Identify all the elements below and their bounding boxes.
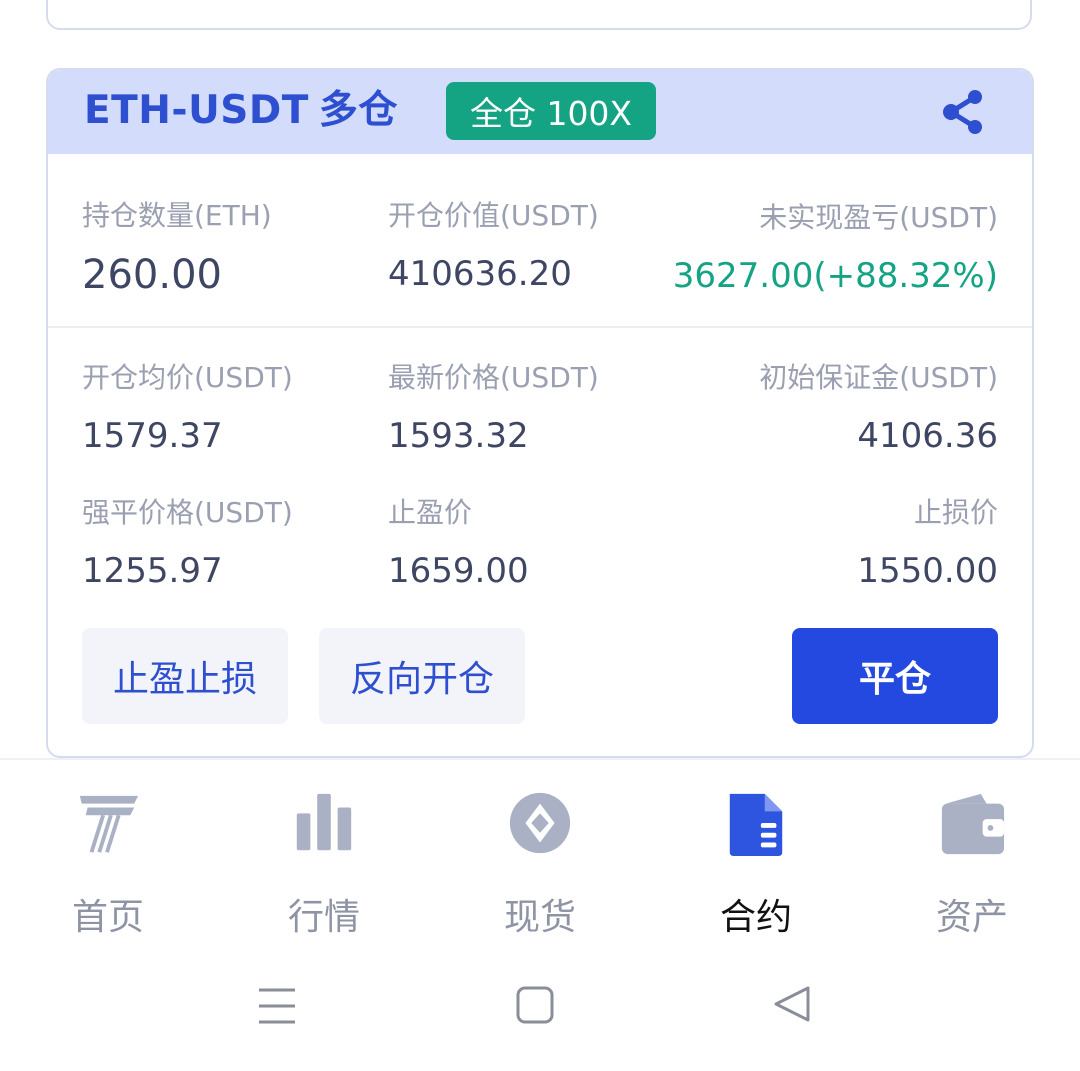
hold-quantity-cell: 持仓数量(ETH) 260.00 [82,194,272,298]
section-divider [48,326,1032,328]
initial-margin-label: 初始保证金(USDT) [759,361,998,394]
contract-document-icon [729,793,783,857]
pair-title: ETH-USDT 多仓 [84,86,398,136]
initial-margin-value: 4106.36 [857,416,998,456]
system-navigation-bar [0,970,1080,1071]
close-position-button[interactable]: 平仓 [792,628,998,724]
nav-item-home[interactable]: 首页 [28,790,188,940]
stop-loss-value: 1550.00 [857,551,998,591]
position-side: 多仓 [318,88,398,133]
previous-card-edge [46,0,1032,30]
avg-open-price-cell: 开仓均价(USDT) 1579.37 [82,356,293,456]
take-profit-label: 止盈价 [388,496,473,529]
nav-item-market[interactable]: 行情 [244,790,404,940]
wallet-icon [941,793,1005,855]
spot-exchange-icon [509,792,571,854]
open-value-cell: 开仓价值(USDT) 410636.20 [388,194,599,294]
initial-margin-cell: 初始保证金(USDT) 4106.36 [759,356,998,456]
nav-label-home: 首页 [71,897,144,938]
take-profit-value: 1659.00 [388,551,529,591]
hold-quantity-label: 持仓数量(ETH) [82,199,272,232]
position-card: ETH-USDT 多仓 全仓 100X 持仓数量(ETH) 260.00 开仓价值… [46,68,1034,758]
nav-item-spot[interactable]: 现货 [460,790,620,940]
nav-item-assets[interactable]: 资产 [892,790,1052,940]
bottom-nav: 首页 行情 现货 合约 资产 [0,760,1080,950]
open-value-value: 410636.20 [388,254,572,294]
reverse-open-button[interactable]: 反向开仓 [319,628,525,724]
last-price-cell: 最新价格(USDT) 1593.32 [388,356,599,456]
nav-item-contract[interactable]: 合约 [676,790,836,940]
unrealized-pnl-cell: 未实现盈亏(USDT) 3627.00(+88.32%) [673,196,998,296]
last-price-value: 1593.32 [388,416,529,456]
avg-open-price-label: 开仓均价(USDT) [82,361,293,394]
pair-symbol: ETH-USDT [84,88,309,133]
back-triangle-icon[interactable] [768,984,818,1028]
nav-label-market: 行情 [287,897,360,938]
nav-label-assets: 资产 [935,897,1008,938]
menu-icon[interactable] [252,984,302,1028]
unrealized-pnl-value: 3627.00(+88.32%) [672,256,998,296]
margin-mode-badge: 全仓 100X [446,82,656,140]
stop-loss-label: 止损价 [913,496,998,529]
home-logo-icon [79,795,139,853]
bar-chart-icon [296,793,352,851]
liquidation-price-cell: 强平价格(USDT) 1255.97 [82,491,293,591]
nav-label-contract: 合约 [719,897,792,938]
liquidation-price-value: 1255.97 [82,551,223,591]
share-icon[interactable] [942,89,986,135]
home-square-icon[interactable] [510,984,560,1028]
position-card-header: ETH-USDT 多仓 全仓 100X [48,70,1032,154]
avg-open-price-value: 1579.37 [82,416,223,456]
unrealized-pnl-label: 未实现盈亏(USDT) [759,201,998,234]
hold-quantity-value: 260.00 [82,252,222,298]
liquidation-price-label: 强平价格(USDT) [82,496,293,529]
take-profit-cell: 止盈价 1659.00 [388,491,529,591]
stop-loss-cell: 止损价 1550.00 [857,491,998,591]
last-price-label: 最新价格(USDT) [388,361,599,394]
open-value-label: 开仓价值(USDT) [388,199,599,232]
nav-label-spot: 现货 [503,897,576,938]
tp-sl-button[interactable]: 止盈止损 [82,628,288,724]
